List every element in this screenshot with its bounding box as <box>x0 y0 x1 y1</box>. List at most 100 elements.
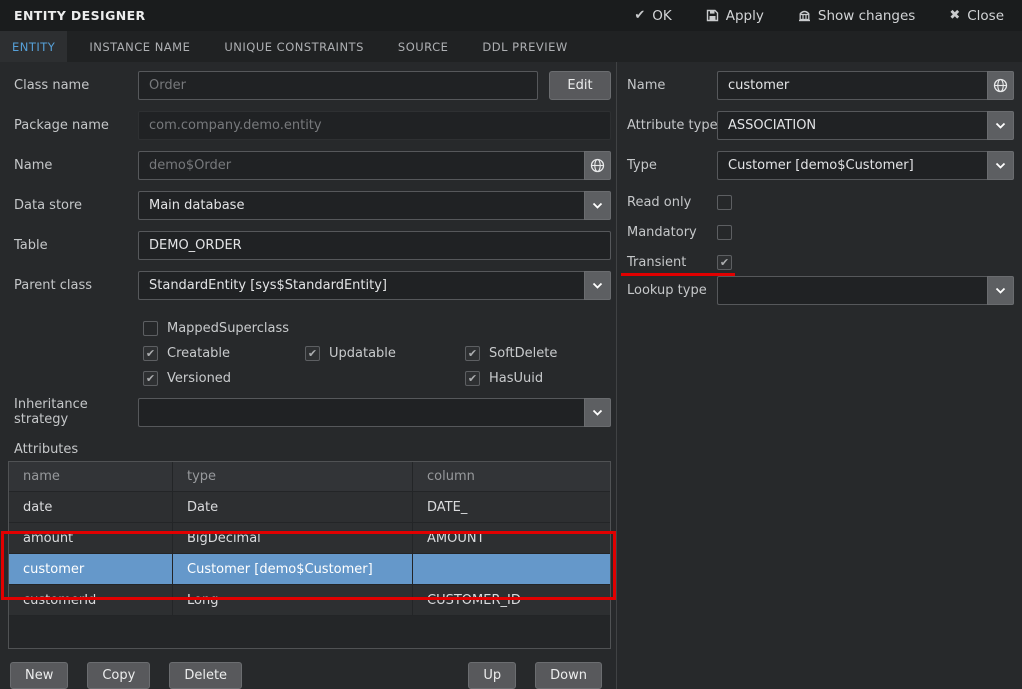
column-header-type[interactable]: type <box>173 462 413 491</box>
updatable-label: Updatable <box>329 346 396 361</box>
title-bar: ENTITY DESIGNER ✔ OK Apply Show changes … <box>0 0 1022 31</box>
window-title: ENTITY DESIGNER <box>14 8 146 23</box>
read-only-row: Read only <box>627 194 1014 210</box>
column-header-column[interactable]: column <box>413 462 610 491</box>
localize-button[interactable] <box>584 151 611 180</box>
save-icon <box>706 9 719 22</box>
lookup-type-row: Lookup type <box>627 276 1014 305</box>
parent-class-select[interactable]: StandardEntity [sys$StandardEntity] <box>138 271 611 300</box>
attribute-panel: Name customer Attribute type ASSOCIATION <box>617 62 1022 689</box>
tab-instance-name[interactable]: INSTANCE NAME <box>77 31 202 62</box>
table-empty-area <box>9 616 610 648</box>
has-uuid-label: HasUuid <box>489 371 543 386</box>
attribute-type-row: Attribute type ASSOCIATION <box>627 111 1014 140</box>
chevron-down-icon <box>987 111 1014 140</box>
tab-unique-constraints[interactable]: UNIQUE CONSTRAINTS <box>212 31 376 62</box>
mandatory-row: Mandatory <box>627 224 1014 240</box>
transient-label: Transient <box>627 255 717 270</box>
chevron-down-icon <box>584 191 611 220</box>
lookup-type-label: Lookup type <box>627 283 717 298</box>
package-name-row: Package name com.company.demo.entity <box>14 111 611 140</box>
attributes-section-label: Attributes <box>14 442 616 458</box>
tab-source[interactable]: SOURCE <box>386 31 460 62</box>
attr-name-input[interactable]: customer <box>717 71 987 100</box>
package-name-input[interactable]: com.company.demo.entity <box>138 111 611 140</box>
entity-panel: Class name Order Edit Package name com.c… <box>0 62 617 689</box>
attributes-table-header: name type column <box>9 462 610 492</box>
entity-name-label: Name <box>14 158 138 173</box>
attr-name-label: Name <box>627 78 717 93</box>
transient-checkbox[interactable] <box>717 255 732 270</box>
parent-class-label: Parent class <box>14 278 138 293</box>
move-up-button[interactable]: Up <box>468 662 516 689</box>
column-header-name[interactable]: name <box>9 462 173 491</box>
apply-button[interactable]: Apply <box>706 8 764 24</box>
attr-type-select[interactable]: Customer [demo$Customer] <box>717 151 1014 180</box>
chevron-down-icon <box>987 276 1014 305</box>
has-uuid-checkbox[interactable] <box>465 371 480 386</box>
move-down-button[interactable]: Down <box>535 662 602 689</box>
mandatory-checkbox[interactable] <box>717 225 732 240</box>
read-only-label: Read only <box>627 195 717 210</box>
table-row-selected[interactable]: customer Customer [demo$Customer] <box>9 554 610 585</box>
globe-icon <box>993 78 1008 93</box>
attributes-table: name type column date Date DATE_ amount … <box>8 461 611 649</box>
copy-attribute-button[interactable]: Copy <box>87 662 150 689</box>
parent-class-row: Parent class StandardEntity [sys$Standar… <box>14 271 611 300</box>
soft-delete-label: SoftDelete <box>489 346 557 361</box>
bank-icon <box>798 9 811 22</box>
attribute-type-label: Attribute type <box>627 118 717 133</box>
package-name-label: Package name <box>14 118 138 133</box>
versioned-checkbox[interactable] <box>143 371 158 386</box>
attributes-toolbar: New Copy Delete Up Down <box>10 662 602 689</box>
table-row[interactable]: amount BigDecimal AMOUNT <box>9 523 610 554</box>
table-row[interactable]: customerId Long CUSTOMER_ID <box>9 585 610 616</box>
attribute-type-select[interactable]: ASSOCIATION <box>717 111 1014 140</box>
transient-row: Transient <box>627 254 1014 270</box>
delete-attribute-button[interactable]: Delete <box>169 662 242 689</box>
chevron-down-icon <box>987 151 1014 180</box>
localize-button[interactable] <box>987 71 1014 100</box>
tab-ddl-preview[interactable]: DDL PREVIEW <box>470 31 579 62</box>
table-row[interactable]: date Date DATE_ <box>9 492 610 523</box>
class-name-label: Class name <box>14 78 138 93</box>
data-store-label: Data store <box>14 198 138 213</box>
tab-entity[interactable]: ENTITY <box>0 31 67 62</box>
tab-bar: ENTITY INSTANCE NAME UNIQUE CONSTRAINTS … <box>0 31 1022 62</box>
show-changes-button[interactable]: Show changes <box>798 8 915 24</box>
entity-traits: MappedSuperclass Creatable Updatable Sof… <box>0 320 616 397</box>
mapped-superclass-checkbox[interactable] <box>143 321 158 336</box>
data-store-select[interactable]: Main database <box>138 191 611 220</box>
creatable-label: Creatable <box>167 346 230 361</box>
data-store-row: Data store Main database <box>14 191 611 220</box>
versioned-label: Versioned <box>167 371 231 386</box>
read-only-checkbox[interactable] <box>717 195 732 210</box>
close-icon: ✖ <box>949 9 960 22</box>
table-row-field: Table DEMO_ORDER <box>14 231 611 260</box>
new-attribute-button[interactable]: New <box>10 662 68 689</box>
chevron-down-icon <box>584 271 611 300</box>
mandatory-label: Mandatory <box>627 225 717 240</box>
close-button[interactable]: ✖ Close <box>949 8 1004 24</box>
entity-name-input[interactable]: demo$Order <box>138 151 584 180</box>
window-actions: ✔ OK Apply Show changes ✖ Close <box>634 8 1004 24</box>
entity-name-row: Name demo$Order <box>14 151 611 180</box>
globe-icon <box>590 158 605 173</box>
class-name-input[interactable]: Order <box>138 71 538 100</box>
attr-type-row: Type Customer [demo$Customer] <box>627 151 1014 180</box>
ok-button[interactable]: ✔ OK <box>634 8 671 24</box>
attr-type-label: Type <box>627 158 717 173</box>
mapped-superclass-label: MappedSuperclass <box>167 321 289 336</box>
creatable-checkbox[interactable] <box>143 346 158 361</box>
inheritance-strategy-select[interactable] <box>138 398 611 427</box>
soft-delete-checkbox[interactable] <box>465 346 480 361</box>
inheritance-strategy-row: Inheritance strategy <box>14 397 611 427</box>
entity-editor: Class name Order Edit Package name com.c… <box>0 62 1022 689</box>
attr-name-row: Name customer <box>627 71 1014 100</box>
lookup-type-select[interactable] <box>717 276 1014 305</box>
updatable-checkbox[interactable] <box>305 346 320 361</box>
check-icon: ✔ <box>634 9 645 22</box>
table-input[interactable]: DEMO_ORDER <box>138 231 611 260</box>
edit-class-button[interactable]: Edit <box>549 71 611 100</box>
chevron-down-icon <box>584 398 611 427</box>
